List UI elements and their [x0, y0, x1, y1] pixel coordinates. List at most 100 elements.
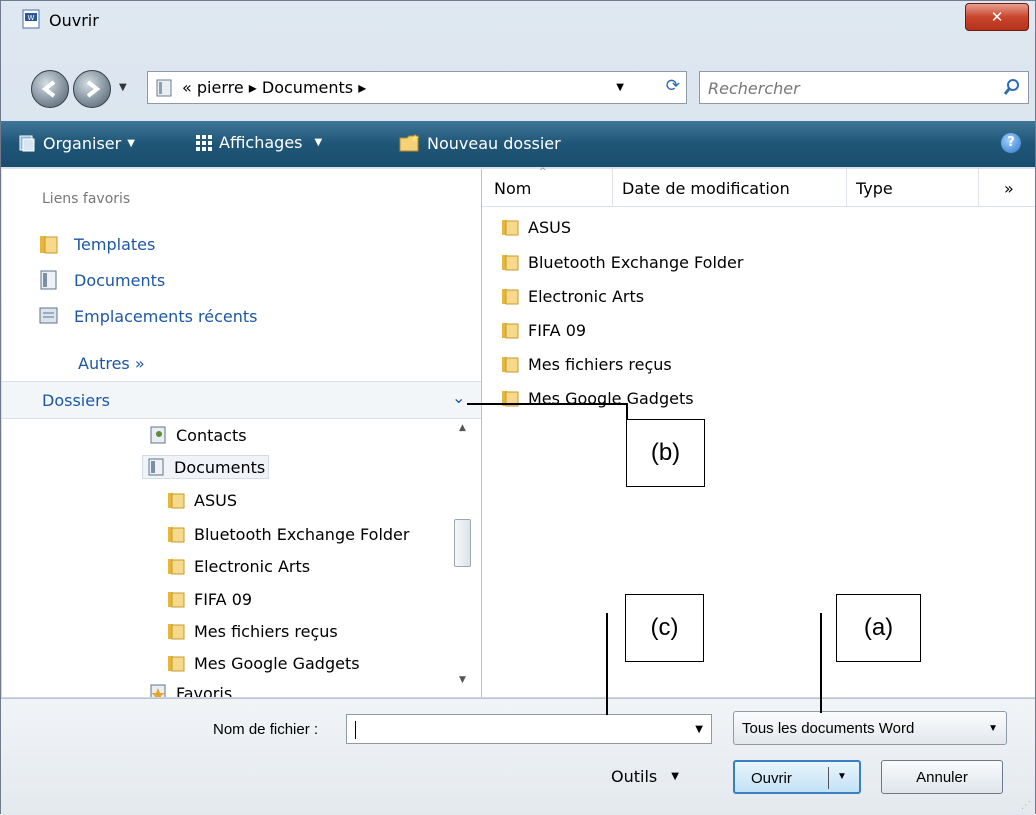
word-document-icon: W	[22, 9, 40, 29]
annotation-c: (c)	[625, 594, 704, 662]
annotation-label: (a)	[863, 614, 894, 641]
scroll-down-icon[interactable]: ▼	[454, 675, 471, 685]
file-name: Electronic Arts	[528, 286, 645, 306]
list-item[interactable]: Mes Google Gadgets	[500, 388, 694, 408]
filename-dropdown-icon[interactable]: ▼	[695, 724, 703, 735]
folder-icon	[502, 289, 519, 305]
file-name: Bluetooth Exchange Folder	[528, 252, 744, 272]
recent-pages-dropdown-icon[interactable]: ▼	[119, 82, 127, 93]
favorite-templates[interactable]: Templates	[38, 233, 155, 255]
folder-path-icon	[156, 79, 172, 97]
tree-label: FIFA 09	[194, 589, 253, 609]
tree-label: Electronic Arts	[194, 556, 311, 576]
address-bar[interactable]: « pierre ▸ Documents ▸ ▼ ⟳	[147, 71, 687, 104]
column-divider[interactable]	[978, 169, 979, 206]
arrow-left-icon	[41, 80, 56, 98]
tree-label: Bluetooth Exchange Folder	[194, 524, 410, 544]
list-item[interactable]: Electronic Arts	[500, 286, 644, 306]
split-divider	[828, 767, 829, 789]
filetype-select[interactable]: Tous les documents Word ▼	[733, 711, 1007, 745]
tree-item-electronic-arts[interactable]: Electronic Arts	[166, 556, 310, 576]
tree-item-asus[interactable]: ASUS	[166, 490, 237, 510]
folders-label: Dossiers	[42, 391, 110, 410]
navigation-bar: ▼ « pierre ▸ Documents ▸ ▼ ⟳ Rechercher	[1, 64, 1035, 114]
search-input[interactable]: Rechercher	[708, 79, 800, 98]
command-toolbar: Organiser ▼ Affichages ▼ Nouveau dossier…	[1, 121, 1035, 167]
chevron-down-icon[interactable]: ⌄	[452, 388, 465, 407]
tree-item-favoris[interactable]: Favoris	[148, 683, 232, 697]
list-item[interactable]: Bluetooth Exchange Folder	[500, 252, 743, 272]
more-favorites-link[interactable]: Autres »	[78, 354, 145, 373]
recent-places-icon	[39, 307, 58, 324]
breadcrumb[interactable]: « pierre ▸ Documents ▸	[182, 78, 366, 97]
window-title: Ouvrir	[49, 11, 99, 30]
organize-menu[interactable]: Organiser ▼	[17, 133, 135, 153]
folder-icon	[168, 559, 185, 575]
help-icon[interactable]: ?	[1001, 133, 1021, 153]
column-type[interactable]: Type	[856, 179, 893, 198]
forward-button[interactable]	[73, 70, 111, 108]
favorite-documents[interactable]: Documents	[38, 269, 165, 291]
address-dropdown-icon[interactable]: ▼	[616, 82, 624, 93]
tree-label: ASUS	[194, 490, 237, 510]
back-button[interactable]	[31, 70, 69, 108]
annotation-line-c	[606, 613, 608, 715]
search-box[interactable]: Rechercher	[699, 71, 1029, 104]
tree-label: Mes fichiers reçus	[194, 621, 338, 641]
tree-item-fifa[interactable]: FIFA 09	[166, 589, 252, 609]
tree-item-documents[interactable]: Documents	[142, 455, 270, 479]
tree-item-google-gadgets[interactable]: Mes Google Gadgets	[166, 653, 360, 673]
annotation-line-b	[467, 403, 627, 405]
column-date-modified[interactable]: Date de modification	[622, 179, 790, 198]
resize-grip-icon[interactable]: ⋰	[1021, 800, 1031, 811]
filename-input[interactable]: ▼	[346, 714, 712, 744]
new-folder-button[interactable]: Nouveau dossier	[399, 133, 561, 153]
svg-text:W: W	[28, 14, 35, 22]
cancel-label: Annuler	[916, 768, 968, 786]
scroll-up-icon[interactable]: ▲	[454, 423, 471, 433]
organize-label: Organiser	[43, 133, 122, 153]
folder-icon	[502, 391, 519, 407]
folder-icon	[168, 656, 185, 672]
folder-icon	[168, 592, 185, 608]
file-name: FIFA 09	[528, 320, 587, 340]
column-name[interactable]: Nom	[494, 179, 531, 198]
tree-item-bluetooth[interactable]: Bluetooth Exchange Folder	[166, 524, 409, 544]
column-divider[interactable]	[612, 169, 613, 206]
more-columns-button[interactable]: »	[1004, 179, 1014, 198]
bottom-panel: Nom de fichier : ▼ Tous les documents Wo…	[1, 698, 1035, 815]
list-item[interactable]: FIFA 09	[500, 320, 586, 340]
favorites-title: Liens favoris	[42, 191, 131, 207]
chevron-down-icon: ▼	[127, 137, 135, 149]
arrow-right-icon	[86, 80, 101, 98]
contacts-icon	[150, 426, 166, 444]
open-button[interactable]: Ouvrir ▼	[733, 760, 861, 794]
list-item[interactable]: Mes fichiers reçus	[500, 354, 672, 374]
refresh-icon[interactable]: ⟳	[666, 76, 680, 96]
column-divider[interactable]	[846, 169, 847, 206]
views-menu[interactable]: Affichages ▼	[195, 133, 322, 152]
tree-label: Contacts	[176, 425, 247, 445]
folder-icon	[502, 220, 519, 236]
annotation-line-b-vertical	[626, 403, 628, 419]
cancel-button[interactable]: Annuler	[881, 760, 1003, 794]
documents-library-icon	[40, 270, 57, 290]
annotation-label: (c)	[650, 614, 679, 641]
favorite-recent-places[interactable]: Emplacements récents	[38, 305, 257, 327]
folder-icon	[168, 493, 185, 509]
list-item[interactable]: ASUS	[500, 217, 571, 237]
folders-header[interactable]: Dossiers ⌄	[2, 381, 481, 419]
close-button[interactable]: ✕	[965, 3, 1029, 31]
tree-scrollbar[interactable]: ▲ ▼	[454, 423, 471, 691]
filename-label: Nom de fichier :	[213, 721, 319, 738]
tree-item-contacts[interactable]: Contacts	[148, 425, 247, 445]
search-icon[interactable]	[1002, 77, 1022, 97]
chevron-down-icon: ▼	[988, 723, 998, 734]
annotation-b: (b)	[626, 419, 705, 487]
tools-menu[interactable]: Outils ▼	[611, 767, 679, 786]
open-options-dropdown-icon[interactable]: ▼	[837, 771, 847, 782]
file-list-pane: ^ Nom Date de modification Type » ASUS B…	[482, 167, 1035, 697]
navigation-pane: Liens favoris Templates Documents Emplac…	[2, 169, 482, 697]
tree-item-received[interactable]: Mes fichiers reçus	[166, 621, 338, 641]
scrollbar-thumb[interactable]	[454, 519, 471, 567]
